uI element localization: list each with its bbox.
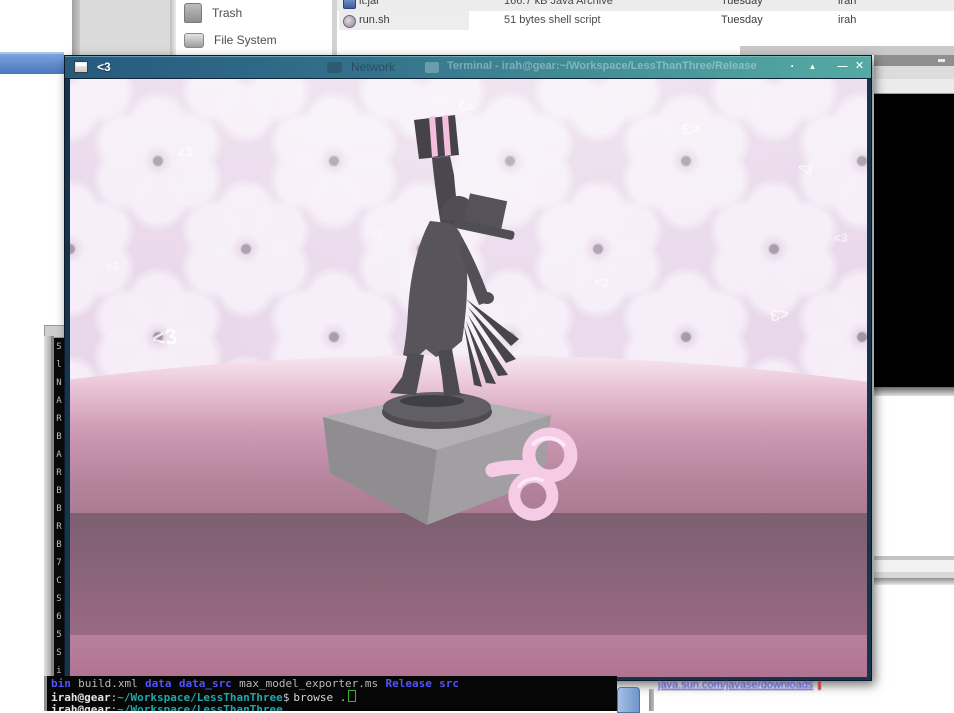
terminal-title-ghost: Terminal - irah@gear:~/Workspace/LessTha… <box>447 60 757 72</box>
statue-hand <box>480 292 494 304</box>
dir-entry: Release <box>385 677 432 690</box>
prompt-symbol: $ <box>282 691 290 704</box>
right-window-toolbar2 <box>874 79 954 94</box>
terminal-clipped-line: irah@gear:~/Workspace/LessThanThree <box>51 703 617 712</box>
right-window-shadow <box>874 578 954 585</box>
file-manager-sidebar: Trash File System <box>176 0 332 55</box>
file-manager-panel <box>80 0 170 55</box>
background-window-titlebar <box>0 52 64 74</box>
file-entry: max_model_exporter.ms <box>239 677 379 690</box>
file-owner: irah <box>838 0 857 7</box>
game-viewport[interactable]: <3 Ɛ> Ɛ> <3 <3 <3 <3 Ɛ> Ɛ> <3 <3 <3 <box>70 78 867 677</box>
java-archive-icon <box>343 0 356 9</box>
dir-entry: data_src <box>178 677 232 690</box>
right-window-toolbar <box>874 66 954 79</box>
file-name: lt.jar <box>359 0 380 7</box>
statue-front-leg <box>390 353 424 395</box>
table-row[interactable]: lt.jar 166.7 kB Java Archive Tuesday ira… <box>337 0 954 11</box>
background-terminal-frame <box>44 336 51 691</box>
scrollbar-fragment <box>649 689 654 711</box>
file-type: 51 bytes shell script <box>504 14 601 26</box>
trash-icon <box>184 3 202 23</box>
right-window-control <box>938 59 945 62</box>
statue-back-leg <box>438 349 466 396</box>
right-window-shadow <box>874 387 954 396</box>
terminal-window[interactable]: bin build.xml data data_src max_model_export… <box>44 676 617 711</box>
shade-button[interactable]: ▲ <box>805 59 820 74</box>
terminal-icon-ghost <box>425 62 439 73</box>
background-terminal-content: SlNARBARBBRB7CS65Sir <box>54 338 64 688</box>
background-window-edge <box>740 46 954 55</box>
drive-icon <box>184 32 204 48</box>
window-title: <3 <box>97 60 111 74</box>
browser-hyperlink[interactable]: java.sun.com/javase/downloads <box>658 679 813 691</box>
game-window-titlebar[interactable]: <3 Network Terminal - irah@gear:~/Worksp… <box>65 56 871 79</box>
sidebar-item-file-system[interactable]: File System <box>184 29 277 51</box>
right-window-statusbar <box>874 560 954 572</box>
sidebar-item-label: Trash <box>212 6 243 20</box>
game-window: <3 Network Terminal - irah@gear:~/Worksp… <box>64 55 872 681</box>
typed-command: browse . <box>293 691 347 704</box>
statue-torso <box>403 221 468 359</box>
taskbar-button-fragment[interactable] <box>617 687 640 713</box>
prompt-path: ~/Workspace/LessThanThree <box>117 703 283 712</box>
feather-bouquet <box>464 299 519 387</box>
minimize-button[interactable]: — <box>835 59 850 74</box>
sidebar-item-network-ghost: Network <box>351 60 396 74</box>
statue-silhouette <box>390 115 519 396</box>
file-name: run.sh <box>359 14 390 26</box>
file-owner: irah <box>838 14 857 26</box>
prompt-user: irah@gear <box>51 703 111 712</box>
file-entry: build.xml <box>78 677 138 690</box>
dir-entry: src <box>439 677 459 690</box>
network-icon-ghost <box>327 62 342 73</box>
terminal-text-sliver: SlNARBARBBRB7CS65Sir <box>56 342 62 688</box>
sidebar-item-label: File System <box>214 33 277 47</box>
window-menu-button[interactable]: · <box>785 59 800 74</box>
table-row[interactable]: run.sh 51 bytes shell script Tuesday ira… <box>337 11 954 30</box>
scene-3d <box>323 115 578 525</box>
close-button[interactable]: ✕ <box>852 59 867 74</box>
right-window-content <box>874 94 954 387</box>
dir-entry: data <box>145 677 172 690</box>
file-date: Tuesday <box>721 0 763 7</box>
terminal-cursor <box>348 690 357 702</box>
terminal-ls-output: bin build.xml data data_src max_model_export… <box>51 678 617 690</box>
dir-entry: bin <box>51 677 71 690</box>
link-cursor-mark <box>818 681 821 690</box>
sidebar-item-trash[interactable]: Trash <box>184 2 242 24</box>
terminal-prompt-line[interactable]: irah@gear:~/Workspace/LessThanThree$ brow… <box>51 690 617 704</box>
file-manager-window-edge <box>72 0 80 55</box>
statue-foot-shadow <box>400 395 464 407</box>
shell-script-icon <box>343 15 356 28</box>
file-date: Tuesday <box>721 14 763 26</box>
file-type: 166.7 kB Java Archive <box>504 0 613 7</box>
window-menu-icon[interactable] <box>74 61 88 73</box>
